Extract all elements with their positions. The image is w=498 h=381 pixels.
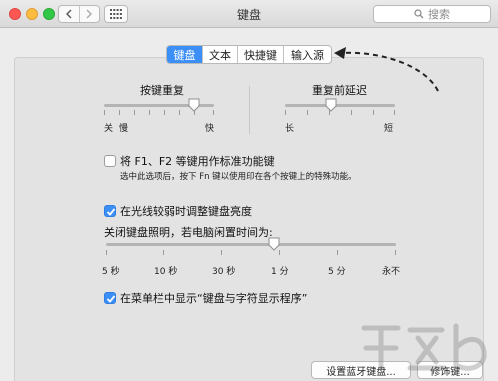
chevron-right-icon xyxy=(86,9,93,19)
tick-label-1m: 1 分 xyxy=(271,267,289,277)
tick-label-never: 永不 xyxy=(382,267,401,277)
tick-label-5m: 5 分 xyxy=(328,267,346,277)
chevron-left-icon xyxy=(65,9,72,19)
tab-text[interactable]: 文本 xyxy=(202,46,237,63)
close-window-button[interactable] xyxy=(9,8,21,20)
vertical-divider xyxy=(249,86,250,134)
repeat-delay-ticks xyxy=(285,110,395,115)
key-repeat-slider-thumb[interactable] xyxy=(188,98,200,112)
key-repeat-fast-label: 快 xyxy=(205,124,215,134)
tick-label-5s: 5 秒 xyxy=(102,267,120,277)
backlight-off-slider-thumb[interactable] xyxy=(268,237,280,251)
backlight-off-track xyxy=(106,243,396,246)
repeat-delay-track xyxy=(285,104,395,107)
key-repeat-label: 按键重复 xyxy=(140,84,184,97)
adjust-brightness-label: 在光线较弱时调整键盘亮度 xyxy=(120,205,252,218)
tab-shortcuts[interactable]: 快捷键 xyxy=(237,46,283,63)
window-title: 键盘 xyxy=(236,8,261,22)
search-field[interactable]: 搜索 xyxy=(373,5,491,23)
backlight-off-label: 关闭键盘照明，若电脑闲置时间为: xyxy=(104,226,273,239)
watermark-logo-icon xyxy=(361,323,487,375)
show-viewer-checkbox[interactable] xyxy=(104,292,116,304)
repeat-delay-long-label: 长 xyxy=(285,124,295,134)
tick-label-10s: 10 秒 xyxy=(154,267,178,277)
repeat-delay-short-label: 短 xyxy=(384,124,394,134)
key-repeat-off-label: 关 xyxy=(104,124,114,134)
minimize-window-button[interactable] xyxy=(26,8,38,20)
repeat-delay-label: 重复前延迟 xyxy=(312,84,367,97)
checkmark-icon xyxy=(106,295,116,303)
fn-keys-label: 将 F1、F2 等键用作标准功能键 xyxy=(120,155,275,168)
tab-input-sources[interactable]: 输入源 xyxy=(283,46,331,63)
fn-keys-checkbox[interactable] xyxy=(104,155,116,167)
tick-label-30s: 30 秒 xyxy=(212,267,236,277)
checkmark-icon xyxy=(106,208,116,216)
toolbar: 键盘 搜索 xyxy=(0,0,498,28)
tab-keyboard[interactable]: 键盘 xyxy=(167,46,202,63)
fn-keys-description: 选中此选项后，按下 Fn 键以使用印在各个按键上的特殊功能。 xyxy=(120,172,357,182)
show-all-button[interactable] xyxy=(104,5,128,23)
search-icon xyxy=(414,9,424,19)
show-viewer-label: 在菜单栏中显示“键盘与字符显示程序” xyxy=(120,292,308,305)
navigation-buttons xyxy=(58,5,100,23)
key-repeat-slow-label: 慢 xyxy=(119,124,129,134)
adjust-brightness-checkbox[interactable] xyxy=(104,205,116,217)
grid-icon xyxy=(110,9,122,19)
repeat-delay-slider-thumb[interactable] xyxy=(325,98,337,112)
backlight-off-ticks xyxy=(106,250,396,255)
forward-button[interactable] xyxy=(78,6,100,22)
tab-bar: 键盘 文本 快捷键 输入源 xyxy=(166,45,332,64)
search-placeholder: 搜索 xyxy=(428,8,450,21)
keyboard-preferences-window: 键盘 搜索 键盘 文本 快捷键 输入源 按键重复 关 慢 快 重复前延迟 长 短… xyxy=(0,0,498,381)
maximize-window-button[interactable] xyxy=(43,8,55,20)
back-button[interactable] xyxy=(59,6,79,22)
